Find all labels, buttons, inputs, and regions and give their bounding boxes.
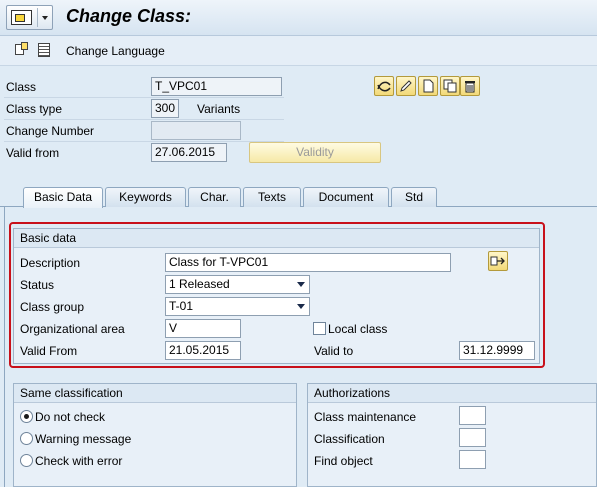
row-divider xyxy=(4,141,284,142)
class-type-label: Class type xyxy=(6,102,63,116)
tab-basic-data[interactable]: Basic Data xyxy=(23,187,103,208)
row-divider xyxy=(4,97,284,98)
radio-label: Check with error xyxy=(35,454,123,468)
radio-do-not-check[interactable] xyxy=(20,410,33,423)
other-class-icon[interactable] xyxy=(15,42,31,58)
auth-label: Find object xyxy=(314,454,373,468)
tab-keywords[interactable]: Keywords xyxy=(105,187,186,207)
radio-check-with-error[interactable] xyxy=(20,454,33,467)
system-menu-button[interactable] xyxy=(6,5,53,30)
highlight-frame xyxy=(9,222,545,368)
auth-label: Classification xyxy=(314,432,385,446)
change-number-field[interactable] xyxy=(151,121,241,140)
valid-from-field[interactable]: 27.06.2015 xyxy=(151,143,227,162)
group-title: Authorizations xyxy=(308,384,596,403)
chevron-down-icon xyxy=(37,8,51,27)
radio-label: Do not check xyxy=(35,410,106,424)
class-type-text: Variants xyxy=(197,102,241,116)
row-divider xyxy=(4,119,284,120)
classification-field[interactable] xyxy=(459,428,486,447)
tab-std[interactable]: Std xyxy=(391,187,437,207)
display-change-icon[interactable] xyxy=(374,76,394,96)
menu-icon xyxy=(11,10,32,25)
create-icon[interactable] xyxy=(418,76,438,96)
class-label: Class xyxy=(6,80,37,94)
copy-icon[interactable] xyxy=(440,76,460,96)
auth-label: Class maintenance xyxy=(314,410,417,424)
valid-from-label: Valid from xyxy=(6,146,60,160)
change-language-button[interactable]: Change Language xyxy=(66,44,165,58)
pencil-icon[interactable] xyxy=(396,76,416,96)
class-maintenance-field[interactable] xyxy=(459,406,486,425)
class-field[interactable]: T_VPC01 xyxy=(151,77,282,96)
page-title: Change Class: xyxy=(66,6,192,26)
delete-icon[interactable] xyxy=(460,76,480,96)
tab-char[interactable]: Char. xyxy=(188,187,241,207)
change-number-label: Change Number xyxy=(6,124,95,138)
group-title: Same classification xyxy=(14,384,296,403)
tab-document[interactable]: Document xyxy=(303,187,389,207)
print-icon[interactable] xyxy=(37,42,53,58)
radio-warning-message[interactable] xyxy=(20,432,33,445)
find-object-field[interactable] xyxy=(459,450,486,469)
tab-texts[interactable]: Texts xyxy=(243,187,301,207)
class-type-field[interactable]: 300 xyxy=(151,99,179,118)
validity-button[interactable]: Validity xyxy=(249,142,381,163)
radio-label: Warning message xyxy=(35,432,132,446)
